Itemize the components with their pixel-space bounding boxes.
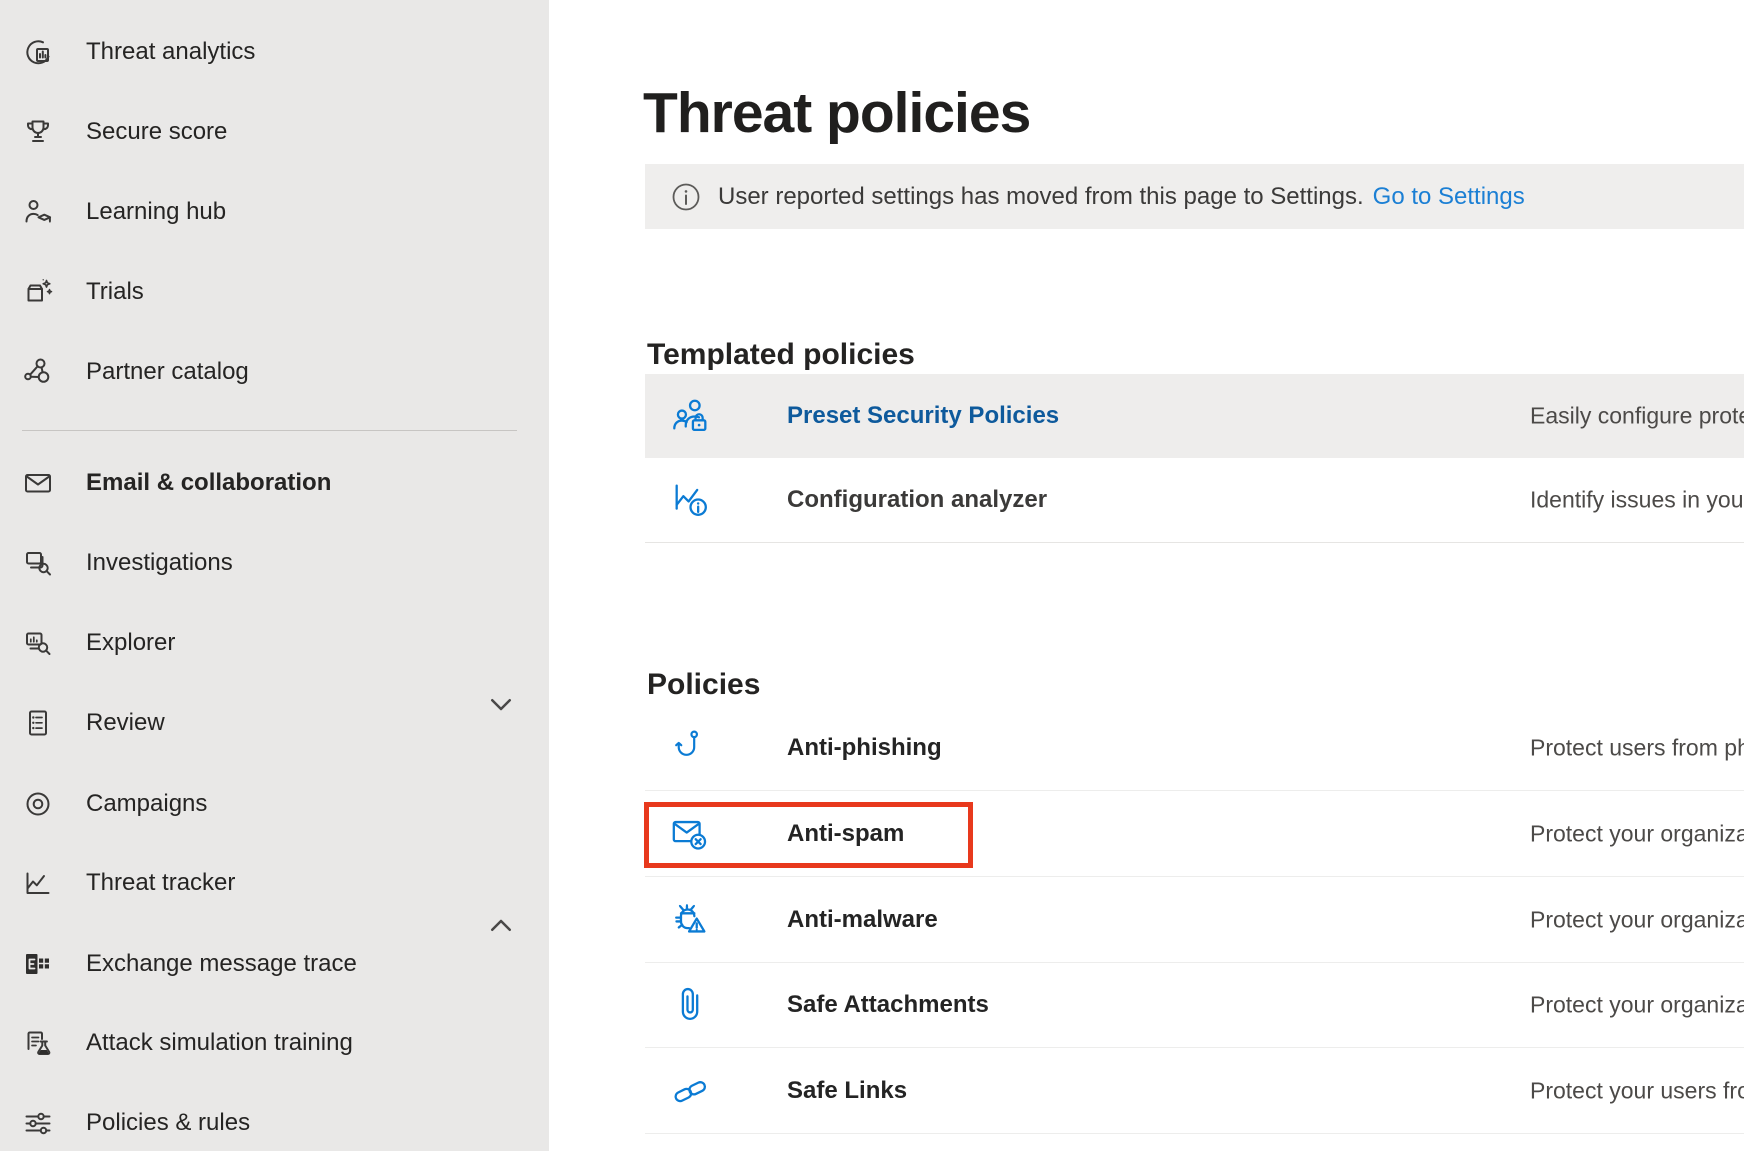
policy-name: Anti-phishing [787, 734, 942, 762]
safe-attachments-icon [670, 984, 712, 1026]
row-safe-links[interactable]: Safe Links Protect your users from [645, 1048, 1744, 1134]
sidebar-item-explorer[interactable]: Explorer [0, 603, 549, 683]
sidebar-item-exchange-message-trace[interactable]: Exchange message trace [0, 924, 549, 1004]
sidebar-item-trials[interactable]: Trials [0, 252, 549, 332]
policy-description: Protect your organization [1530, 820, 1744, 847]
sidebar-item-label: Email & collaboration [86, 469, 331, 497]
sidebar-item-label: Threat tracker [86, 869, 235, 897]
sidebar-item-secure-score[interactable]: Secure score [0, 92, 549, 172]
partner-catalog-icon [22, 356, 54, 388]
sidebar-item-label: Campaigns [86, 790, 207, 818]
sidebar-item-label: Review [86, 709, 165, 737]
sidebar-item-threat-analytics[interactable]: Threat analytics [0, 12, 549, 92]
review-icon [22, 707, 54, 739]
sidebar-item-label: Policies & rules [86, 1109, 250, 1137]
info-banner: User reported settings has moved from th… [645, 164, 1744, 229]
sidebar-item-label: Partner catalog [86, 358, 249, 386]
sidebar-item-policies-rules[interactable]: Policies & rules [0, 1083, 549, 1151]
banner-message: User reported settings has moved from th… [718, 183, 1364, 211]
preset-security-policies-icon [670, 395, 712, 437]
row-configuration-analyzer[interactable]: Configuration analyzer Identify issues i… [645, 458, 1744, 543]
row-safe-attachments[interactable]: Safe Attachments Protect your organizati… [645, 963, 1744, 1048]
investigations-icon [22, 547, 54, 579]
configuration-analyzer-icon [670, 479, 712, 521]
anti-spam-icon [670, 813, 712, 855]
row-anti-spam[interactable]: Anti-spam Protect your organization [645, 791, 1744, 877]
sidebar-item-learning-hub[interactable]: Learning hub [0, 172, 549, 252]
templated-policies-heading: Templated policies [647, 338, 915, 372]
sidebar-item-partner-catalog[interactable]: Partner catalog [0, 332, 549, 412]
policy-description: Protect users from phishing [1530, 734, 1744, 761]
sidebar-item-investigations[interactable]: Investigations [0, 523, 549, 603]
row-preset-security-policies[interactable]: Preset Security Policies Easily configur… [645, 374, 1744, 458]
go-to-settings-link[interactable]: Go to Settings [1373, 183, 1525, 211]
row-anti-phishing[interactable]: Anti-phishing Protect users from phishin… [645, 705, 1744, 791]
sidebar-item-label: Investigations [86, 549, 233, 577]
policy-description: Protect your organization [1530, 992, 1744, 1019]
sidebar-item-campaigns[interactable]: Campaigns [0, 764, 549, 844]
anti-phishing-icon [670, 727, 712, 769]
sidebar-item-label: Attack simulation training [86, 1029, 353, 1057]
policy-description: Identify issues in your current [1530, 487, 1744, 514]
sidebar: Threat analytics Secure score [0, 0, 549, 1151]
trials-icon [22, 276, 54, 308]
policy-description: Protect your users from [1530, 1077, 1744, 1104]
info-icon [670, 181, 702, 213]
sidebar-item-threat-tracker[interactable]: Threat tracker [0, 843, 549, 923]
explorer-icon [22, 627, 54, 659]
sidebar-item-email-collaboration[interactable]: Email & collaboration [0, 443, 549, 523]
exchange-icon [22, 948, 54, 980]
policies-rules-icon [22, 1107, 54, 1139]
sidebar-item-review[interactable]: Review [0, 683, 549, 763]
sidebar-item-label: Explorer [86, 629, 175, 657]
policy-name: Configuration analyzer [787, 486, 1047, 514]
policy-name: Anti-malware [787, 906, 938, 934]
policies-list: Anti-phishing Protect users from phishin… [645, 705, 1744, 1134]
secure-score-icon [22, 116, 54, 148]
threat-analytics-icon [22, 36, 54, 68]
policies-heading: Policies [647, 668, 760, 702]
policy-name: Safe Attachments [787, 991, 989, 1019]
policy-name: Anti-spam [787, 820, 904, 848]
policy-name: Preset Security Policies [787, 402, 1059, 430]
sidebar-item-label: Learning hub [86, 198, 226, 226]
policy-description: Protect your organization [1530, 906, 1744, 933]
email-collaboration-icon [22, 467, 54, 499]
sidebar-item-label: Trials [86, 278, 144, 306]
main-content: Threat policies User reported settings h… [549, 0, 1744, 1151]
campaigns-icon [22, 788, 54, 820]
sidebar-item-label: Secure score [86, 118, 227, 146]
safe-links-icon [670, 1070, 712, 1112]
sidebar-item-attack-simulation-training[interactable]: Attack simulation training [0, 1003, 549, 1083]
page-title: Threat policies [643, 78, 1030, 148]
sidebar-item-label: Exchange message trace [86, 950, 357, 978]
attack-simulation-icon [22, 1027, 54, 1059]
threat-policies-page: Threat analytics Secure score [0, 0, 1744, 1151]
learning-hub-icon [22, 196, 54, 228]
threat-tracker-icon [22, 867, 54, 899]
sidebar-item-label: Threat analytics [86, 38, 255, 66]
templated-policies-list: Preset Security Policies Easily configur… [645, 374, 1744, 543]
sidebar-divider [22, 430, 517, 431]
row-anti-malware[interactable]: Anti-malware Protect your organization [645, 877, 1744, 963]
policy-description: Easily configure protection [1530, 403, 1744, 430]
anti-malware-icon [670, 899, 712, 941]
policy-name: Safe Links [787, 1077, 907, 1105]
